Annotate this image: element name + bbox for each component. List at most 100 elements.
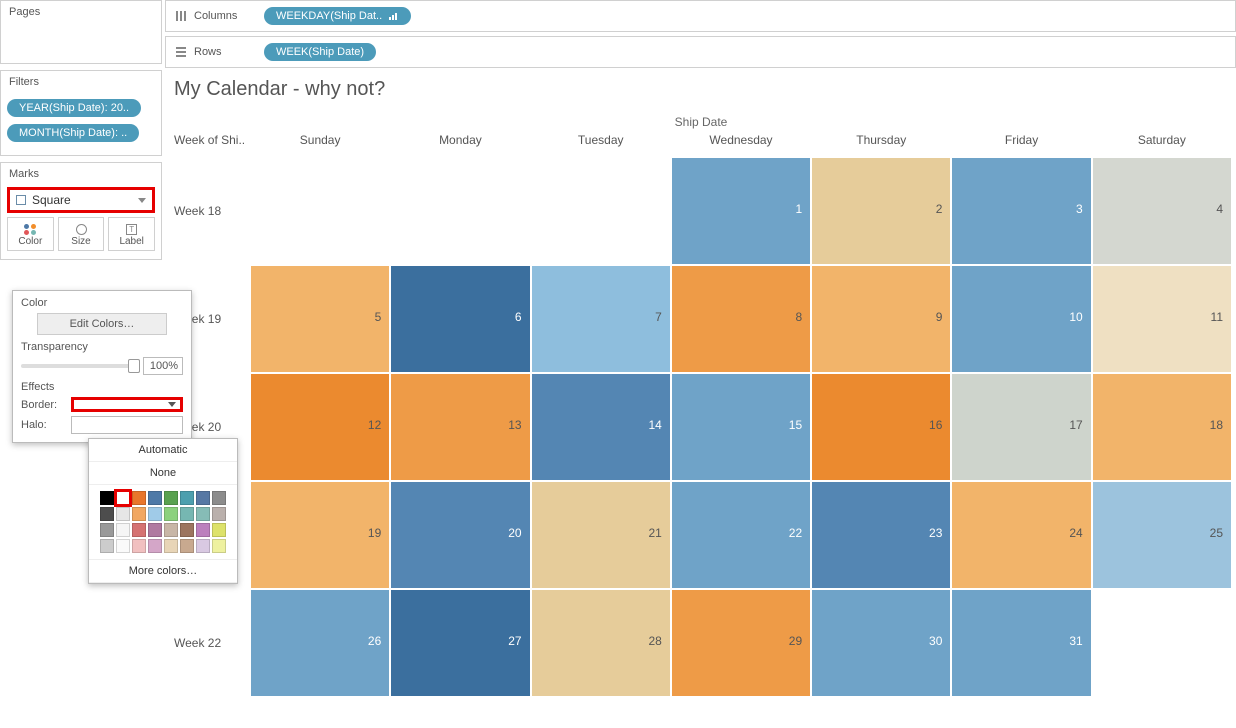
calendar-cell[interactable]: 3 bbox=[951, 157, 1091, 265]
automatic-option[interactable]: Automatic bbox=[89, 439, 237, 462]
label-icon: T bbox=[109, 222, 154, 236]
color-swatch[interactable] bbox=[132, 507, 146, 521]
calendar-cell[interactable]: 23 bbox=[811, 481, 951, 589]
marks-size-card[interactable]: Size bbox=[58, 217, 105, 251]
calendar-cell[interactable]: 5 bbox=[250, 265, 390, 373]
color-swatch[interactable] bbox=[180, 523, 194, 537]
calendar-cell[interactable]: 12 bbox=[250, 373, 390, 481]
calendar-cell[interactable]: 27 bbox=[390, 589, 530, 697]
size-icon bbox=[59, 222, 104, 236]
color-swatch[interactable] bbox=[148, 491, 162, 505]
columns-pill[interactable]: WEEKDAY(Ship Dat.. bbox=[264, 7, 411, 25]
calendar-cell[interactable]: 8 bbox=[671, 265, 811, 373]
color-swatch[interactable] bbox=[164, 507, 178, 521]
color-swatch[interactable] bbox=[212, 507, 226, 521]
color-swatch[interactable] bbox=[212, 539, 226, 553]
calendar-cell[interactable]: 21 bbox=[531, 481, 671, 589]
edit-colors-button[interactable]: Edit Colors… bbox=[37, 313, 167, 335]
calendar-cell[interactable]: 14 bbox=[531, 373, 671, 481]
day-number: 19 bbox=[368, 526, 381, 540]
color-swatch[interactable] bbox=[196, 539, 210, 553]
color-swatch[interactable] bbox=[132, 539, 146, 553]
transparency-slider[interactable] bbox=[21, 364, 137, 368]
color-swatch[interactable] bbox=[212, 523, 226, 537]
transparency-value[interactable]: 100% bbox=[143, 357, 183, 375]
calendar-cell[interactable]: 6 bbox=[390, 265, 530, 373]
calendar-cell[interactable]: 22 bbox=[671, 481, 811, 589]
color-swatch[interactable] bbox=[148, 539, 162, 553]
color-swatch[interactable] bbox=[180, 539, 194, 553]
calendar-cell[interactable]: 19 bbox=[250, 481, 390, 589]
filter-pill-year[interactable]: YEAR(Ship Date): 20.. bbox=[7, 99, 141, 117]
border-label: Border: bbox=[21, 399, 65, 411]
color-swatch[interactable] bbox=[164, 539, 178, 553]
day-number: 4 bbox=[1216, 202, 1223, 216]
columns-shelf[interactable]: Columns WEEKDAY(Ship Dat.. bbox=[165, 0, 1236, 32]
halo-dropdown[interactable] bbox=[71, 416, 183, 434]
calendar-cell[interactable]: 20 bbox=[390, 481, 530, 589]
pages-panel: Pages bbox=[0, 0, 162, 64]
calendar-cell[interactable]: 9 bbox=[811, 265, 951, 373]
color-swatch[interactable] bbox=[196, 507, 210, 521]
calendar-cell[interactable]: 10 bbox=[951, 265, 1091, 373]
color-swatch[interactable] bbox=[100, 491, 114, 505]
day-number: 6 bbox=[515, 310, 522, 324]
calendar-cell[interactable]: 11 bbox=[1092, 265, 1232, 373]
day-number: 30 bbox=[929, 634, 942, 648]
color-swatch[interactable] bbox=[180, 491, 194, 505]
color-swatch[interactable] bbox=[116, 491, 130, 505]
calendar-cell[interactable]: 7 bbox=[531, 265, 671, 373]
color-swatch[interactable] bbox=[148, 523, 162, 537]
day-header: Sunday bbox=[250, 129, 390, 157]
color-swatch[interactable] bbox=[180, 507, 194, 521]
calendar-cell[interactable]: 15 bbox=[671, 373, 811, 481]
calendar-cell[interactable]: 25 bbox=[1092, 481, 1232, 589]
calendar-cell[interactable]: 1 bbox=[671, 157, 811, 265]
calendar-cell[interactable]: 17 bbox=[951, 373, 1091, 481]
calendar-cell[interactable]: 16 bbox=[811, 373, 951, 481]
calendar-cell[interactable]: 13 bbox=[390, 373, 530, 481]
filter-pill-month[interactable]: MONTH(Ship Date): .. bbox=[7, 124, 139, 142]
calendar-cell[interactable]: 26 bbox=[250, 589, 390, 697]
color-swatch[interactable] bbox=[100, 523, 114, 537]
rows-shelf[interactable]: Rows WEEK(Ship Date) bbox=[165, 36, 1236, 68]
calendar-cell[interactable]: 30 bbox=[811, 589, 951, 697]
color-swatch[interactable] bbox=[116, 507, 130, 521]
marks-color-card[interactable]: Color bbox=[7, 217, 54, 251]
day-number: 1 bbox=[795, 202, 802, 216]
day-number: 3 bbox=[1076, 202, 1083, 216]
week-label: Week 18 bbox=[170, 157, 250, 265]
border-dropdown[interactable] bbox=[71, 397, 183, 412]
day-number: 15 bbox=[789, 418, 802, 432]
rows-pill[interactable]: WEEK(Ship Date) bbox=[264, 43, 376, 61]
calendar-cell[interactable]: 2 bbox=[811, 157, 951, 265]
more-colors-option[interactable]: More colors… bbox=[89, 559, 237, 583]
color-swatch[interactable] bbox=[196, 491, 210, 505]
slider-thumb[interactable] bbox=[128, 359, 140, 373]
calendar-cell[interactable]: 31 bbox=[951, 589, 1091, 697]
color-swatch[interactable] bbox=[164, 523, 178, 537]
calendar-cell[interactable]: 24 bbox=[951, 481, 1091, 589]
chevron-down-icon bbox=[138, 198, 146, 203]
color-swatch[interactable] bbox=[100, 507, 114, 521]
calendar-cell[interactable]: 28 bbox=[531, 589, 671, 697]
color-swatch[interactable] bbox=[212, 491, 226, 505]
color-swatch[interactable] bbox=[132, 491, 146, 505]
calendar-cell[interactable]: 29 bbox=[671, 589, 811, 697]
color-swatch[interactable] bbox=[148, 507, 162, 521]
columns-icon bbox=[174, 9, 188, 23]
color-swatch[interactable] bbox=[116, 539, 130, 553]
none-option[interactable]: None bbox=[89, 462, 237, 485]
calendar-cell[interactable]: 18 bbox=[1092, 373, 1232, 481]
day-number: 14 bbox=[648, 418, 661, 432]
filters-title: Filters bbox=[1, 71, 161, 93]
calendar-cell[interactable]: 4 bbox=[1092, 157, 1232, 265]
color-swatch[interactable] bbox=[132, 523, 146, 537]
color-swatch[interactable] bbox=[116, 523, 130, 537]
marks-size-label: Size bbox=[59, 236, 104, 247]
color-swatch[interactable] bbox=[100, 539, 114, 553]
marks-type-select[interactable]: Square bbox=[7, 187, 155, 213]
marks-label-card[interactable]: T Label bbox=[108, 217, 155, 251]
color-swatch[interactable] bbox=[164, 491, 178, 505]
color-swatch[interactable] bbox=[196, 523, 210, 537]
